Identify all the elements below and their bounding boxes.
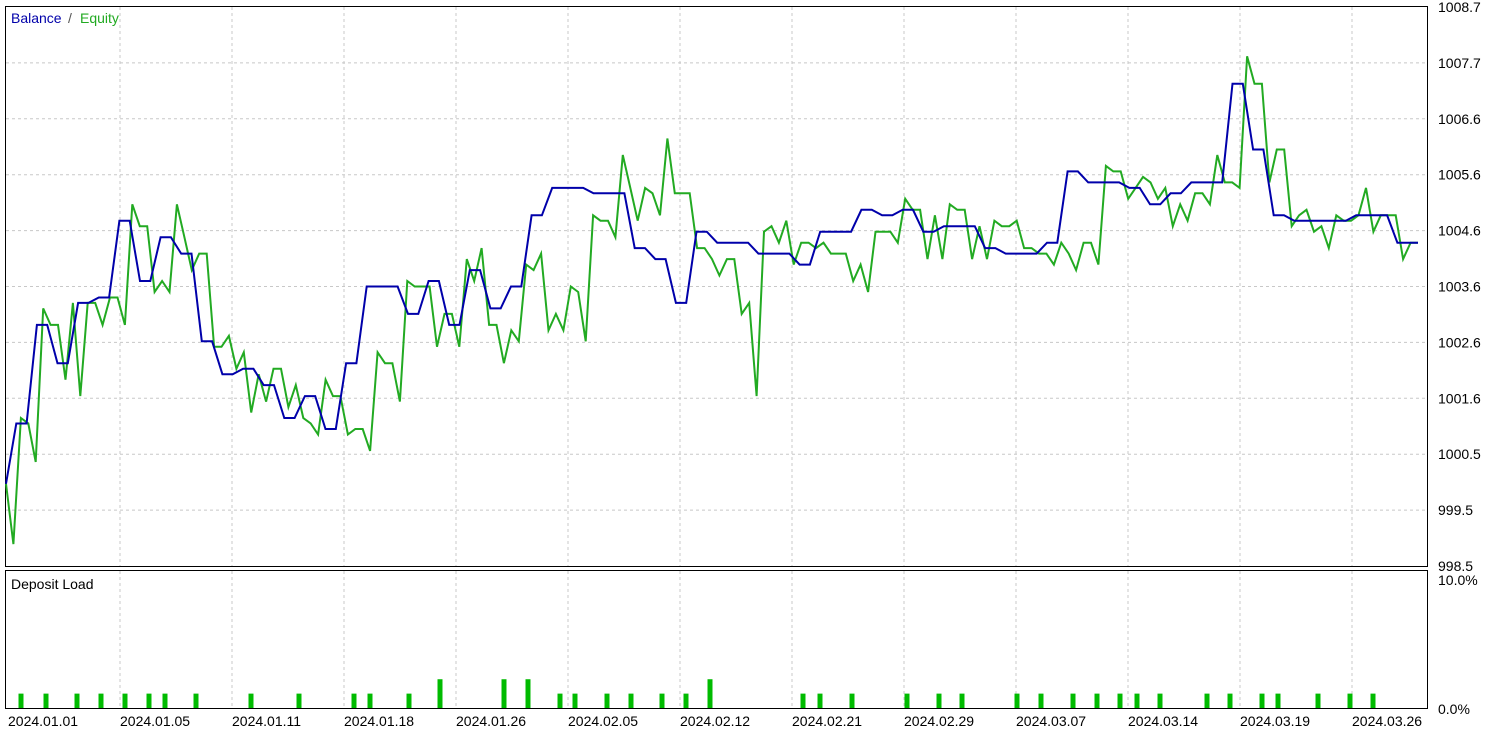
deposit-load-bar (707, 679, 713, 708)
x-tick-label: 2024.02.12 (680, 713, 750, 729)
deposit-grid (119, 571, 1353, 708)
deposit-load-bar (936, 693, 942, 708)
deposit-load-bar (683, 693, 689, 708)
deposit-load-bar (351, 693, 357, 708)
deposit-load-bar (248, 693, 254, 708)
deposit-load-bar (800, 693, 806, 708)
legend-equity: Equity (80, 10, 119, 26)
main-y-axis: 1008.7 1007.7 1006.6 1005.6 1004.6 1003.6 1002… (1438, 0, 1481, 574)
x-tick-label: 2024.03.26 (1352, 713, 1422, 729)
deposit-load-bar (572, 693, 578, 708)
deposit-load-bar (1347, 693, 1353, 708)
deposit-y-axis: 10.0% 0.0% (1438, 572, 1478, 717)
deposit-load-bar (1134, 693, 1140, 708)
deposit-load-bar (1259, 693, 1265, 708)
deposit-load-bar (1070, 693, 1076, 708)
deposit-load-bar (817, 693, 823, 708)
y-tick-label: 1005.6 (1438, 167, 1481, 183)
y-tick-label: 1006.6 (1438, 111, 1481, 127)
deposit-load-bar (849, 693, 855, 708)
deposit-load-bar (1370, 693, 1376, 708)
x-tick-label: 2024.02.21 (792, 713, 862, 729)
legend-separator: / (68, 10, 72, 26)
deposit-load-bar (122, 693, 128, 708)
deposit-load-bar (1227, 693, 1233, 708)
x-tick-label: 2024.01.05 (120, 713, 190, 729)
x-tick-label: 2024.03.07 (1016, 713, 1086, 729)
deposit-load-bar (1117, 693, 1123, 708)
y-tick-label: 1003.6 (1438, 279, 1481, 295)
deposit-load-bar (557, 693, 563, 708)
deposit-load-bar (193, 693, 199, 708)
x-tick-label: 2024.03.19 (1240, 713, 1310, 729)
deposit-load-bar (904, 693, 910, 708)
x-tick-label: 2024.02.29 (904, 713, 974, 729)
main-grid (6, 7, 1427, 566)
deposit-y-tick-label: 10.0% (1438, 572, 1478, 588)
x-tick-label: 2024.01.18 (344, 713, 414, 729)
x-tick-label: 2024.03.14 (1128, 713, 1198, 729)
deposit-load-bar (628, 693, 634, 708)
deposit-load-bar (1275, 693, 1281, 708)
y-tick-label: 999.5 (1438, 502, 1473, 518)
deposit-load-bars (18, 679, 1376, 708)
y-tick-label: 1001.6 (1438, 390, 1481, 406)
deposit-load-bar (367, 693, 373, 708)
x-tick-label: 2024.01.01 (8, 713, 78, 729)
deposit-load-bar (501, 679, 507, 708)
y-tick-label: 1008.7 (1438, 0, 1481, 15)
legend-balance: Balance (11, 10, 62, 26)
y-tick-label: 1004.6 (1438, 223, 1481, 239)
deposit-load-bar (1204, 693, 1210, 708)
series-lines (5, 56, 1418, 545)
balance-equity-chart: 1008.7 1007.7 1006.6 1005.6 1004.6 1003.6 1002… (0, 0, 1504, 734)
deposit-load-bar (146, 693, 152, 708)
deposit-load-bar (162, 693, 168, 708)
deposit-load-bar (406, 693, 412, 708)
deposit-load-bar (604, 693, 610, 708)
deposit-load-bar (437, 679, 443, 708)
deposit-load-bar (43, 693, 49, 708)
y-tick-label: 1007.7 (1438, 55, 1481, 71)
deposit-load-bar (18, 693, 24, 708)
deposit-load-bar (659, 693, 665, 708)
deposit-load-bar (1315, 693, 1321, 708)
deposit-load-bar (74, 693, 80, 708)
x-tick-label: 2024.02.05 (568, 713, 638, 729)
deposit-y-tick-label: 0.0% (1438, 701, 1470, 717)
deposit-load-bar (1157, 693, 1163, 708)
x-tick-label: 2024.01.26 (456, 713, 526, 729)
y-tick-label: 1002.6 (1438, 334, 1481, 350)
deposit-load-bar (98, 693, 104, 708)
deposit-load-title: Deposit Load (11, 576, 94, 592)
series-line-equity (5, 56, 1418, 545)
deposit-load-bar (1014, 693, 1020, 708)
deposit-pane-frame (5, 570, 1428, 709)
deposit-load-bar (1094, 693, 1100, 708)
deposit-load-bar (1038, 693, 1044, 708)
deposit-load-bar (525, 679, 531, 708)
series-line-balance (5, 82, 1418, 484)
x-axis: 2024.01.01 2024.01.05 2024.01.11 2024.01.18… (8, 713, 1422, 729)
deposit-load-bar (959, 693, 965, 708)
x-tick-label: 2024.01.11 (232, 713, 301, 729)
deposit-load-bar (296, 693, 302, 708)
chart-svg: 1008.7 1007.7 1006.6 1005.6 1004.6 1003.6 1002… (5, 0, 1481, 729)
y-tick-label: 1000.5 (1438, 446, 1481, 462)
